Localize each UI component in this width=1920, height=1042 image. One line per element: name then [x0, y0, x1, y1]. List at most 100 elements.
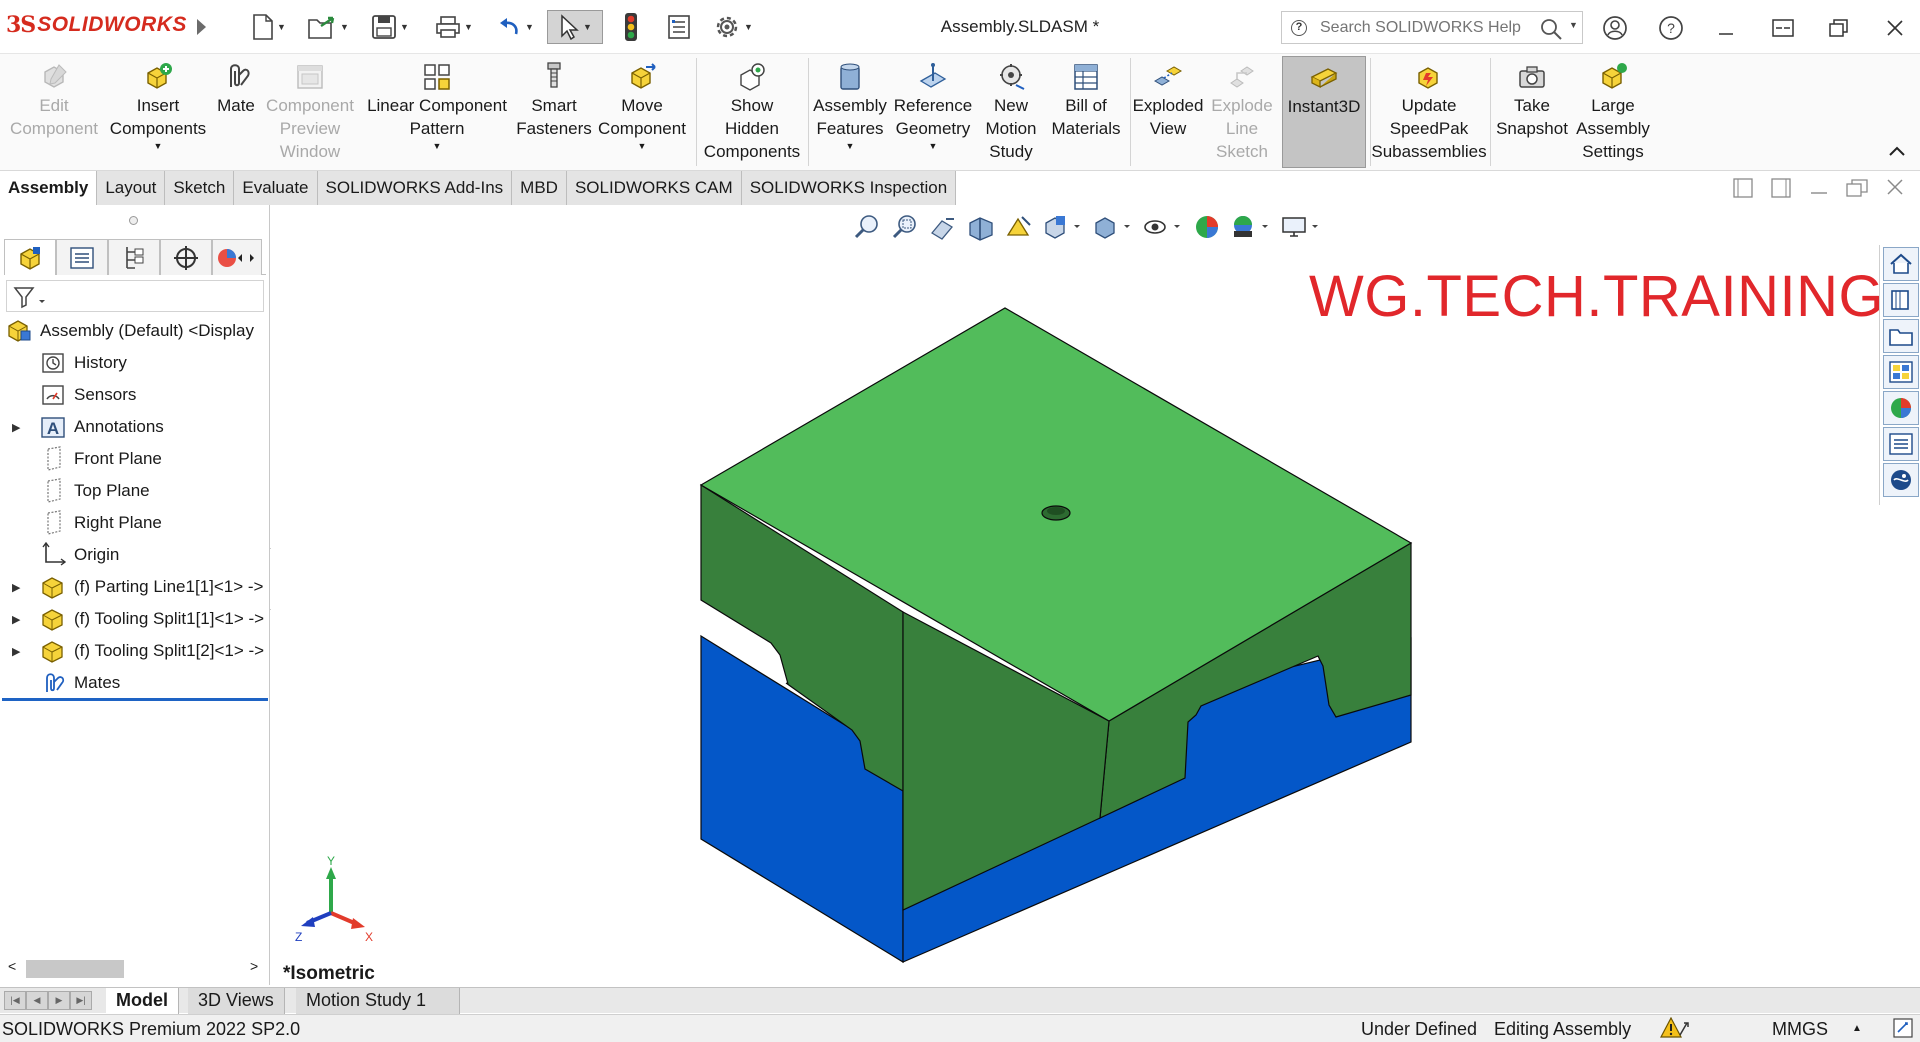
- user-account-button[interactable]: [1598, 12, 1632, 44]
- custom-properties-tab[interactable]: [1883, 427, 1919, 461]
- move-component-button[interactable]: Move Component ▼: [596, 56, 688, 168]
- component-preview-window-button[interactable]: Component Preview Window: [262, 56, 358, 168]
- view-palette-tab[interactable]: [1883, 355, 1919, 389]
- panel-grip[interactable]: [129, 216, 138, 225]
- help-button[interactable]: ?: [1654, 12, 1688, 44]
- expand-arrow-icon[interactable]: ▶: [12, 421, 20, 434]
- tree-item-mates[interactable]: Mates: [0, 667, 270, 699]
- search-icon[interactable]: [1540, 18, 1562, 45]
- new-document-button[interactable]: ▼: [244, 10, 294, 44]
- previous-tab-icon[interactable]: ◀: [26, 991, 48, 1010]
- rollback-bar[interactable]: [2, 698, 268, 701]
- tree-item-origin[interactable]: Origin: [0, 539, 270, 571]
- last-tab-icon[interactable]: ▶|: [70, 991, 92, 1010]
- file-properties-button[interactable]: [664, 10, 694, 44]
- tab-sketch[interactable]: Sketch: [165, 171, 235, 205]
- scrollbar-thumb[interactable]: [26, 960, 124, 978]
- tree-root-assembly[interactable]: Assembly (Default) <Display: [0, 315, 270, 347]
- open-document-button[interactable]: ▼: [302, 10, 354, 44]
- pin-window-button[interactable]: [1766, 12, 1800, 44]
- filter-funnel-icon[interactable]: [13, 285, 47, 314]
- reference-geometry-dropdown-icon[interactable]: ▼: [929, 141, 938, 151]
- tab-mbd[interactable]: MBD: [512, 171, 567, 205]
- design-library-tab[interactable]: [1883, 283, 1919, 317]
- featuremanager-tab[interactable]: [4, 239, 56, 275]
- customize-status-icon[interactable]: [1892, 1017, 1914, 1042]
- tree-horizontal-scrollbar[interactable]: < >: [0, 955, 270, 981]
- tab-solidworks-add-ins[interactable]: SOLIDWORKS Add-Ins: [317, 171, 513, 205]
- tree-item-right-plane[interactable]: Right Plane: [0, 507, 270, 539]
- next-tab-icon[interactable]: ▶: [48, 991, 70, 1010]
- graphics-area[interactable]: WG.TECH.TRAINING Y X Z *Isometric: [271, 205, 1884, 985]
- mate-button[interactable]: Mate: [212, 56, 260, 168]
- tree-item-sensors[interactable]: Sensors: [0, 379, 270, 411]
- print-button[interactable]: ▼: [428, 10, 480, 44]
- tree-item-history[interactable]: History: [0, 347, 270, 379]
- restore-app-button[interactable]: [1822, 12, 1856, 44]
- collapse-ribbon-icon[interactable]: [1888, 144, 1906, 162]
- solidworks-logo[interactable]: 3S SOLIDWORKS: [6, 12, 187, 38]
- assembly-features-dropdown-icon[interactable]: ▼: [846, 141, 855, 151]
- tree-item-tooling-split-1[interactable]: ▶ (f) Tooling Split1[1]<1> ->: [0, 603, 270, 635]
- tree-item-top-plane[interactable]: Top Plane: [0, 475, 270, 507]
- insert-components-dropdown-icon[interactable]: ▼: [154, 141, 163, 151]
- explode-line-sketch-button[interactable]: Explode Line Sketch: [1204, 56, 1280, 168]
- tile-left-icon[interactable]: [1730, 177, 1756, 204]
- display-manager-tab[interactable]: [212, 239, 262, 275]
- unit-system[interactable]: MMGS: [1772, 1019, 1828, 1040]
- search-input[interactable]: [1320, 18, 1530, 38]
- new-motion-study-button[interactable]: New Motion Study: [978, 56, 1044, 168]
- tree-item-parting-line[interactable]: ▶ (f) Parting Line1[1]<1> ->: [0, 571, 270, 603]
- undo-button[interactable]: ▼: [490, 10, 540, 44]
- dimxpert-tab[interactable]: [160, 239, 212, 275]
- update-speedpak-button[interactable]: Update SpeedPak Subassemblies: [1371, 56, 1487, 168]
- tab-solidworks-inspection[interactable]: SOLIDWORKS Inspection: [741, 171, 957, 205]
- move-component-dropdown-icon[interactable]: ▼: [638, 141, 647, 151]
- propertymanager-tab[interactable]: [56, 239, 108, 275]
- configurationmanager-tab[interactable]: [108, 239, 160, 275]
- smart-fasteners-button[interactable]: Smart Fasteners: [514, 56, 594, 168]
- expand-arrow-icon[interactable]: ▶: [12, 613, 20, 626]
- large-assembly-settings-button[interactable]: Large Assembly Settings: [1572, 56, 1654, 168]
- insert-components-button[interactable]: Insert Components ▼: [106, 56, 210, 168]
- select-tool-button[interactable]: ▼: [547, 10, 603, 44]
- expand-arrow-icon[interactable]: ▶: [12, 645, 20, 658]
- search-dropdown-icon[interactable]: ▼: [1569, 20, 1578, 30]
- tree-item-front-plane[interactable]: Front Plane: [0, 443, 270, 475]
- tree-item-tooling-split-2[interactable]: ▶ (f) Tooling Split1[2]<1> ->: [0, 635, 270, 667]
- file-explorer-tab[interactable]: [1883, 319, 1919, 353]
- tile-right-icon[interactable]: [1768, 177, 1794, 204]
- appearances-tab[interactable]: [1883, 391, 1919, 425]
- scroll-left-icon[interactable]: <: [8, 958, 16, 974]
- tab-assembly[interactable]: Assembly: [0, 171, 98, 205]
- take-snapshot-button[interactable]: Take Snapshot: [1492, 56, 1572, 168]
- rebuild-warning-icon[interactable]: [1660, 1016, 1692, 1042]
- close-document-icon[interactable]: [1882, 177, 1908, 204]
- instant3d-button[interactable]: Instant3D: [1282, 56, 1366, 168]
- minimize-app-button[interactable]: [1710, 12, 1744, 44]
- first-tab-icon[interactable]: |◀: [4, 991, 26, 1010]
- show-hidden-components-button[interactable]: Show Hidden Components: [700, 56, 804, 168]
- rebuild-button[interactable]: [616, 10, 646, 44]
- close-app-button[interactable]: [1878, 12, 1912, 44]
- linear-component-pattern-button[interactable]: Linear Component Pattern ▼: [362, 56, 512, 168]
- save-button[interactable]: ▼: [364, 10, 416, 44]
- tab-solidworks-cam[interactable]: SOLIDWORKS CAM: [566, 171, 742, 205]
- edit-component-button[interactable]: Edit Component: [4, 56, 104, 168]
- restore-document-icon[interactable]: [1844, 177, 1870, 204]
- tab-3d-views[interactable]: 3D Views: [188, 988, 285, 1014]
- expand-arrow-icon[interactable]: ▶: [12, 581, 20, 594]
- unit-system-dropdown-icon[interactable]: ▲: [1852, 1023, 1862, 1034]
- mold-assembly-model[interactable]: [271, 205, 1879, 985]
- options-button[interactable]: ▼: [706, 10, 760, 44]
- tab-layout[interactable]: Layout: [97, 171, 166, 205]
- tab-motion-study-1[interactable]: Motion Study 1: [296, 988, 460, 1014]
- minimize-document-icon[interactable]: [1806, 177, 1832, 204]
- assembly-features-button[interactable]: Assembly Features ▼: [812, 56, 888, 168]
- bill-of-materials-button[interactable]: Bill of Materials: [1046, 56, 1126, 168]
- help-search-box[interactable]: ? ▼: [1281, 11, 1583, 44]
- menu-flyout-arrow-icon[interactable]: [192, 10, 210, 44]
- linear-pattern-dropdown-icon[interactable]: ▼: [433, 141, 442, 151]
- tree-filter-row[interactable]: [6, 280, 264, 312]
- scroll-right-icon[interactable]: >: [250, 958, 258, 974]
